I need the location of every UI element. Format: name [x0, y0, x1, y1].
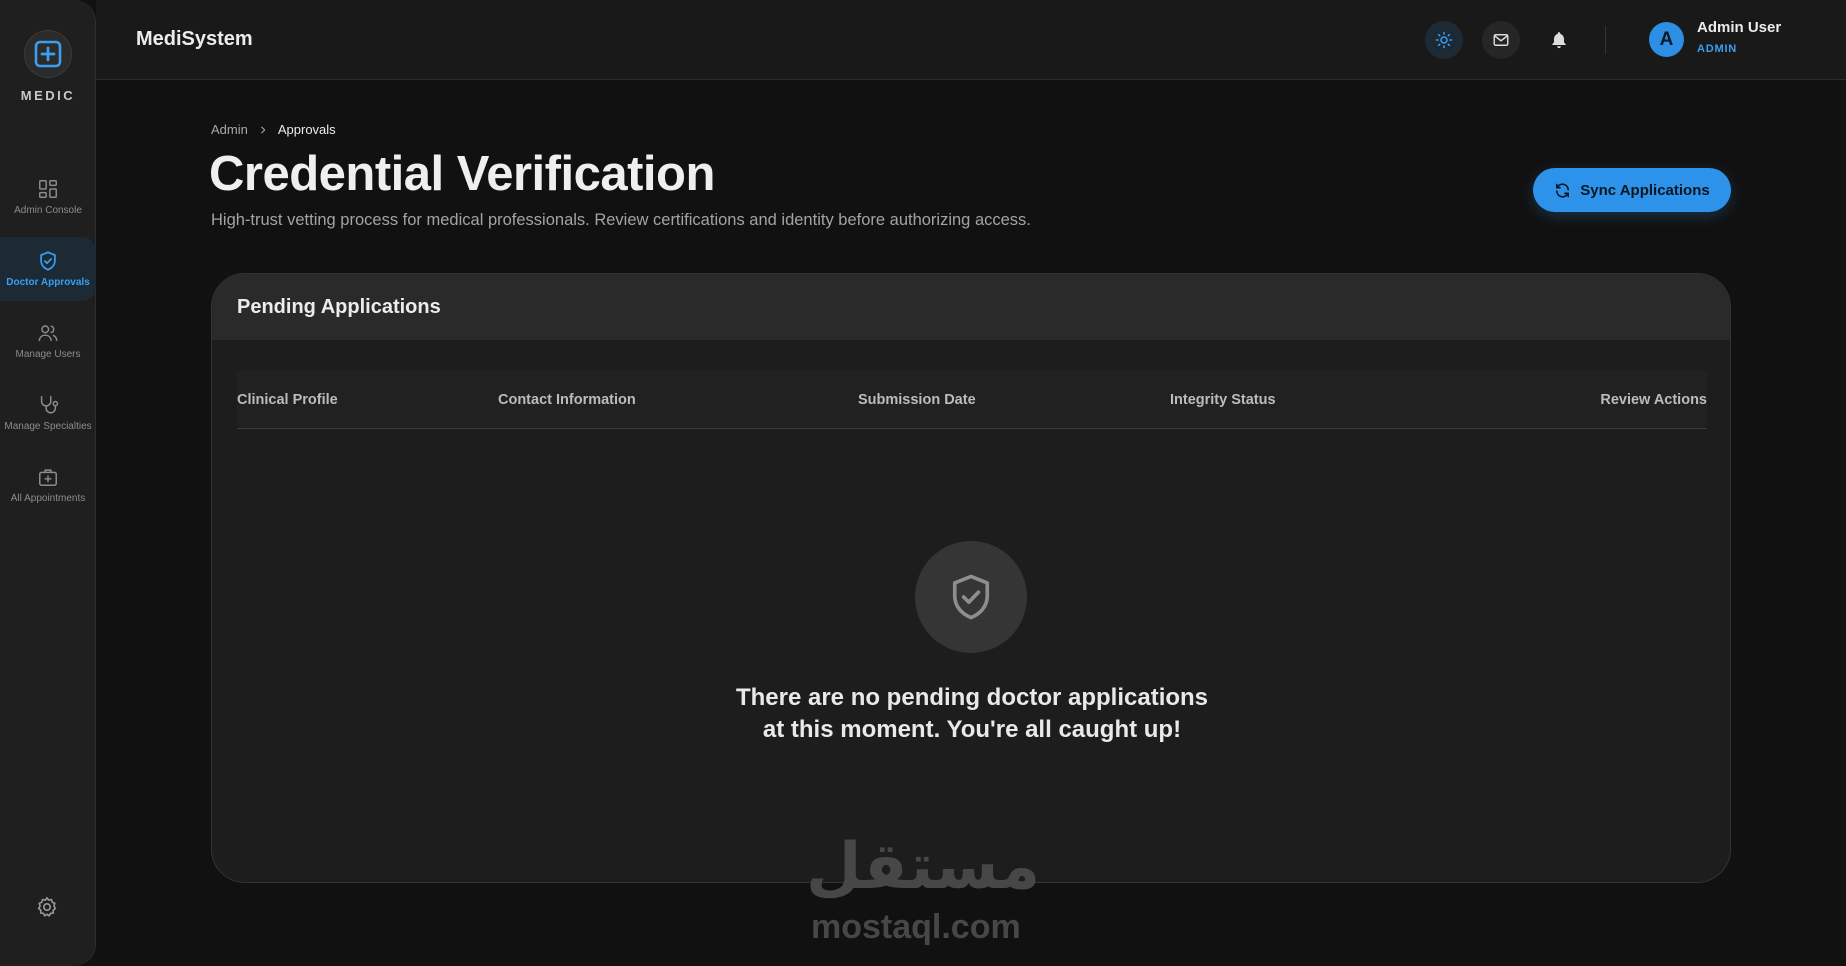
- breadcrumb-admin-link[interactable]: Admin: [211, 122, 248, 137]
- top-bar: MediSystem A Admin User ADMIN: [96, 0, 1846, 80]
- gear-icon: [37, 897, 57, 917]
- user-role: ADMIN: [1697, 43, 1738, 55]
- empty-state-shield-icon: [915, 541, 1027, 653]
- refresh-icon: [1556, 182, 1570, 198]
- header-divider: [1605, 26, 1606, 54]
- bell-icon: [1552, 32, 1566, 49]
- watermark-latin: mostaql.com: [811, 908, 1021, 946]
- logo[interactable]: MEDIC: [0, 30, 96, 103]
- shield-check-icon: [40, 251, 56, 271]
- sidebar-item-label: Admin Console: [14, 205, 82, 216]
- empty-state-message-line1: There are no pending doctor applications: [735, 684, 1209, 711]
- avatar[interactable]: A: [1649, 22, 1684, 57]
- medical-kit-icon: [39, 469, 57, 486]
- pending-applications-card: Pending Applications Clinical Profile Co…: [211, 273, 1731, 883]
- column-review-actions: Review Actions: [1600, 392, 1707, 408]
- sidebar-item-manage-specialties[interactable]: Manage Specialties: [0, 381, 96, 445]
- card-header: Pending Applications: [212, 274, 1730, 340]
- stethoscope-icon: [40, 396, 59, 414]
- medical-cross-icon: [24, 30, 72, 78]
- column-integrity-status: Integrity Status: [1170, 392, 1276, 408]
- sidebar-nav: Admin Console Doctor Approvals Manage Us…: [0, 165, 96, 525]
- page-title: Credential Verification: [209, 147, 715, 201]
- sidebar-item-manage-users[interactable]: Manage Users: [0, 309, 96, 373]
- watermark-arabic: مستقل: [806, 830, 1041, 904]
- card-title: Pending Applications: [237, 295, 441, 318]
- column-clinical-profile: Clinical Profile: [237, 392, 338, 408]
- sync-button-label: Sync Applications: [1580, 181, 1710, 199]
- theme-toggle-button[interactable]: [1425, 21, 1463, 59]
- table-header: Clinical Profile Contact Information Sub…: [237, 371, 1707, 429]
- sidebar-item-label: All Appointments: [10, 493, 86, 504]
- breadcrumb: Admin Approvals: [211, 122, 336, 137]
- user-name[interactable]: Admin User: [1697, 19, 1781, 36]
- breadcrumb-current: Approvals: [277, 122, 336, 137]
- messages-button[interactable]: [1482, 21, 1520, 59]
- column-contact-information: Contact Information: [498, 392, 636, 408]
- brand-name: MediSystem: [136, 28, 253, 50]
- page-subtitle: High-trust vetting process for medical p…: [211, 211, 1031, 229]
- chevron-right-icon: [261, 126, 266, 133]
- column-submission-date: Submission Date: [858, 392, 976, 408]
- sidebar-item-label: Manage Specialties: [4, 421, 92, 432]
- notifications-button[interactable]: [1540, 21, 1578, 59]
- sidebar-item-label: Doctor Approvals: [6, 277, 90, 288]
- sun-icon: [1435, 31, 1453, 49]
- empty-state-message-line2: at this moment. You're all caught up!: [762, 716, 1182, 743]
- sync-applications-button[interactable]: Sync Applications: [1533, 168, 1731, 212]
- grid-icon: [39, 180, 57, 198]
- sidebar-item-doctor-approvals[interactable]: Doctor Approvals: [0, 237, 96, 301]
- logo-text: MEDIC: [20, 88, 76, 103]
- mail-icon: [1493, 34, 1509, 46]
- sidebar-item-admin-console[interactable]: Admin Console: [0, 165, 96, 229]
- settings-button[interactable]: [35, 895, 59, 924]
- sidebar-item-all-appointments[interactable]: All Appointments: [0, 453, 96, 517]
- users-icon: [38, 325, 58, 342]
- sidebar: MEDIC Admin Console Doctor Approvals Man…: [0, 0, 96, 966]
- sidebar-item-label: Manage Users: [15, 349, 81, 360]
